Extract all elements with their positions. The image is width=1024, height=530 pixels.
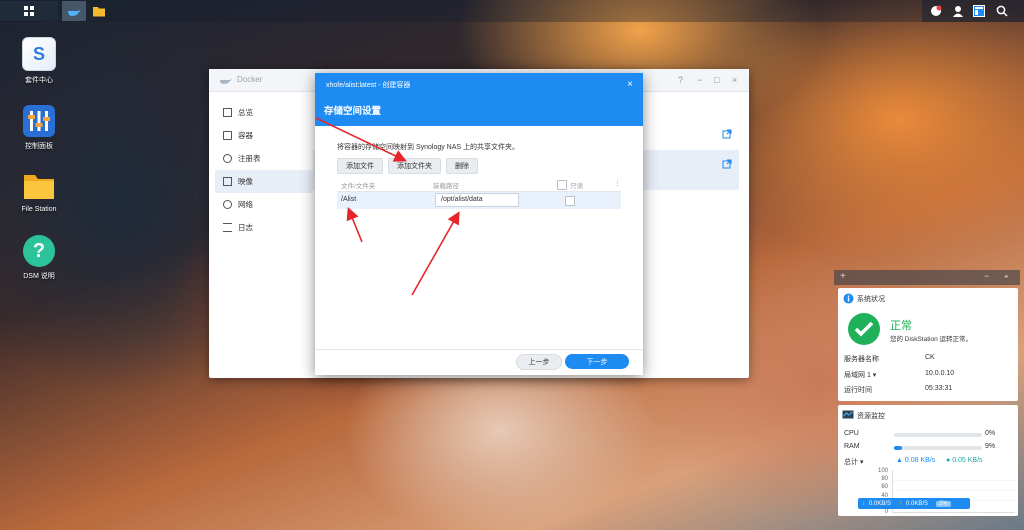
upload-rate-value: 0.08 KB/s [904, 457, 936, 464]
legend-percent: 2% [936, 500, 951, 507]
down-arrow-icon: ↓ [862, 500, 865, 507]
legend-down-value: 0.0KB/S [869, 500, 892, 507]
cpu-label: CPU [844, 430, 859, 437]
y-tick: 60 [881, 484, 888, 491]
legend-up-value: 0.0KB/S [906, 500, 929, 507]
pin-icon[interactable]: ⌖ [1004, 272, 1009, 282]
arrow-to-add-folder [315, 117, 407, 162]
widget-toolbar: + − ⌖ [834, 270, 1020, 285]
server-name-value: CK [925, 354, 935, 361]
cpu-value: 0% [985, 430, 996, 437]
ram-value: 9% [985, 443, 996, 450]
add-widget-icon[interactable]: + [840, 271, 846, 282]
y-tick: 0 [884, 509, 888, 516]
monitor-icon [842, 410, 854, 419]
cpu-bar [894, 433, 982, 437]
ram-label: RAM [844, 443, 860, 450]
resource-monitor-widget: 资源监控 CPU 0% RAM 9% 总计 ▾ ▲ 0.08 KB/s ● 0.… [838, 405, 1018, 516]
download-rate: ● 0.05 KB/s [946, 457, 983, 464]
system-status-title: 系统状况 [857, 296, 885, 303]
system-status-widget: 系统状况 正常 您的 DiskStation 运转正常。 服务器名称 CK 局域… [838, 288, 1018, 401]
lan-value: 10.0.0.10 [925, 370, 955, 377]
server-name-label: 服务器名称 [844, 356, 879, 363]
minimize-widget-icon[interactable]: − [984, 271, 989, 281]
info-icon [843, 293, 854, 304]
resource-monitor-title: 资源监控 [857, 413, 885, 420]
check-icon [848, 313, 880, 345]
chart-legend: ↓ 0.0KB/S ↑ 0.0KB/S 2% [858, 498, 970, 509]
status-text: 正常 [890, 320, 912, 332]
arrow-to-mount-path [411, 211, 460, 296]
network-total-label[interactable]: 总计 ▾ [844, 457, 863, 467]
uptime-label: 运行时间 [844, 387, 872, 394]
ram-bar-fill [894, 446, 902, 450]
lan-label[interactable]: 局域网 1 ▾ [844, 370, 876, 380]
up-arrow-icon: ↑ [899, 500, 903, 507]
uptime-value: 05:33:31 [925, 385, 953, 392]
status-description: 您的 DiskStation 运转正常。 [890, 336, 972, 343]
y-tick: 100 [877, 468, 888, 474]
y-tick: 80 [881, 476, 888, 483]
upload-rate: ▲ 0.08 KB/s [896, 457, 936, 464]
arrow-to-alist [346, 207, 363, 243]
ram-bar [894, 446, 982, 450]
download-rate-value: 0.05 KB/s [952, 457, 983, 464]
